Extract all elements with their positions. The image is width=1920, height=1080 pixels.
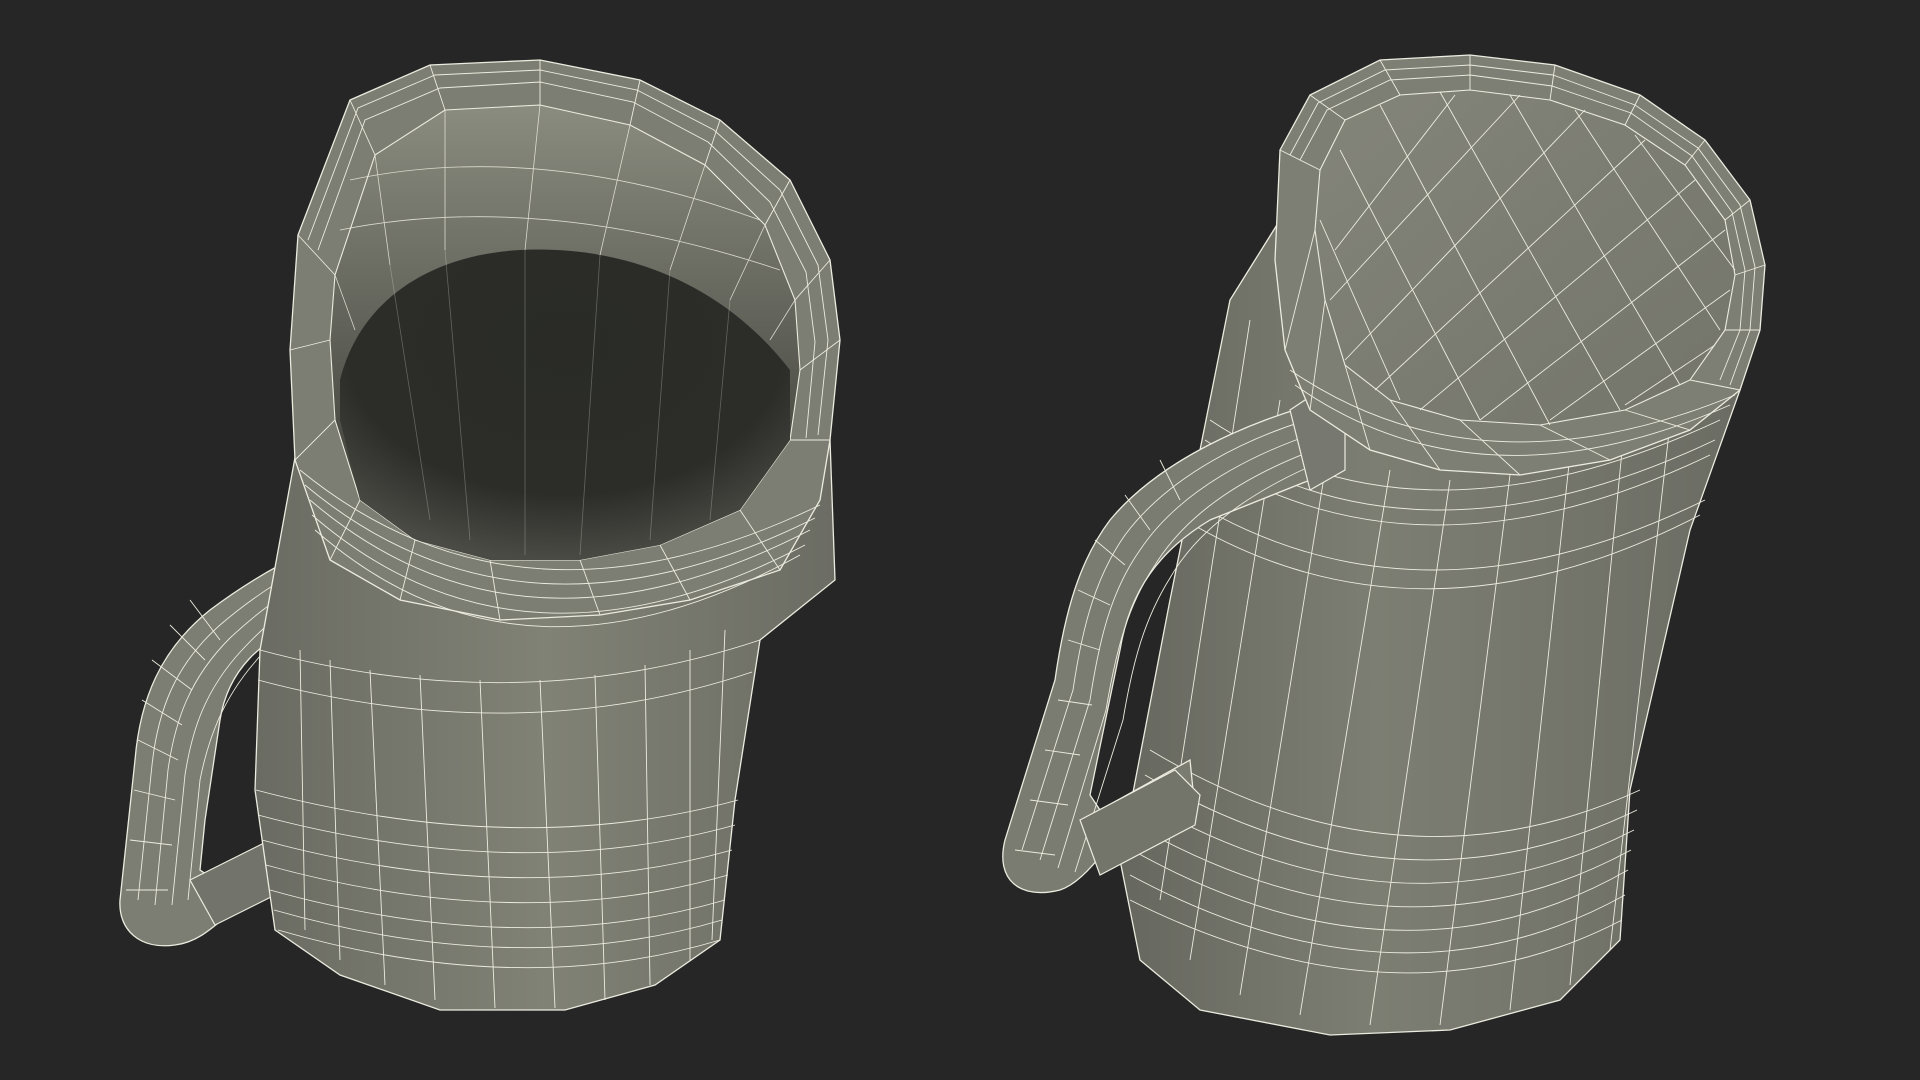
- wireframe-render: [119, 54, 1766, 1036]
- mug-bottom-view: [1002, 54, 1766, 1036]
- render-viewport: [0, 0, 1920, 1080]
- mug-open-view: [119, 59, 841, 1011]
